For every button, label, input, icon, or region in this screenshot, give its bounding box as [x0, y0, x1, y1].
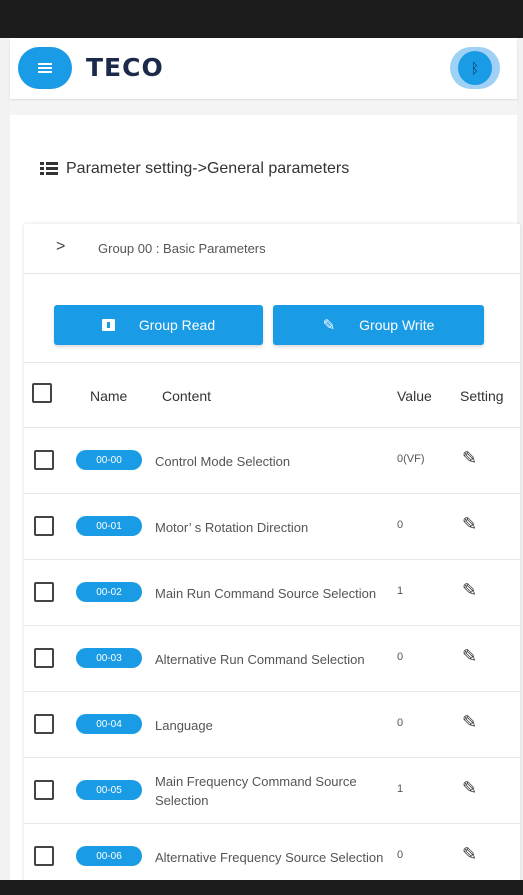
teco-logo: TECO	[86, 53, 164, 82]
row-checkbox[interactable]	[34, 846, 54, 866]
parameter-value: 0	[397, 717, 404, 729]
chevron-right-icon: >	[56, 238, 66, 255]
parameter-card: > Group 00 : Basic Parameters Group Read…	[24, 224, 520, 890]
edit-pencil-icon[interactable]: ✎	[462, 712, 477, 733]
parameter-value: 0	[397, 519, 404, 531]
parameter-value: 0	[397, 849, 404, 861]
table-row: 00-01 Motor’ s Rotation Direction 0 ✎	[24, 494, 520, 560]
parameter-code-badge: 00-00	[76, 450, 142, 470]
row-checkbox[interactable]	[34, 516, 54, 536]
edit-pencil-icon[interactable]: ✎	[462, 580, 477, 601]
bluetooth-button[interactable]: ᛒ	[450, 47, 500, 89]
app-header: TECO ᛒ	[10, 38, 517, 100]
table-row: 00-04 Language 0 ✎	[24, 692, 520, 758]
table-row: 00-05 Main Frequency Command Source Sele…	[24, 758, 520, 824]
parameter-code-badge: 00-01	[76, 516, 142, 536]
column-content: Content	[162, 388, 212, 404]
select-all-checkbox[interactable]	[32, 383, 52, 403]
parameter-value: 1	[397, 585, 404, 597]
table-header: Name Content Value Setting	[24, 362, 520, 428]
download-icon	[101, 319, 115, 331]
row-checkbox[interactable]	[34, 582, 54, 602]
bottom-bar	[0, 880, 523, 895]
list-icon	[40, 162, 58, 176]
group-write-button[interactable]: ✎ Group Write	[273, 305, 484, 345]
parameter-code-badge: 00-05	[76, 780, 142, 800]
row-checkbox[interactable]	[34, 648, 54, 668]
edit-pencil-icon[interactable]: ✎	[462, 844, 477, 865]
group-read-label: Group Read	[138, 317, 216, 333]
breadcrumb: Parameter setting->General parameters	[40, 160, 349, 178]
parameter-content: Alternative Run Command Selection	[155, 651, 365, 667]
table-row: 00-03 Alternative Run Command Selection …	[24, 626, 520, 692]
column-name: Name	[90, 388, 128, 404]
group-read-button[interactable]: Group Read	[54, 305, 263, 345]
parameter-code-badge: 00-03	[76, 648, 142, 668]
edit-pencil-icon[interactable]: ✎	[462, 448, 477, 469]
group-row[interactable]: > Group 00 : Basic Parameters	[24, 224, 520, 274]
parameter-code-badge: 00-04	[76, 714, 142, 734]
breadcrumb-text: Parameter setting->General parameters	[66, 160, 350, 177]
parameter-content: Language	[155, 717, 213, 733]
group-title: Group 00 : Basic Parameters	[98, 241, 266, 256]
group-write-label: Group Write	[359, 317, 435, 333]
table-row: 00-02 Main Run Command Source Selection …	[24, 560, 520, 626]
parameter-value: 1	[397, 783, 404, 795]
parameter-code-badge: 00-06	[76, 846, 142, 866]
row-checkbox[interactable]	[34, 714, 54, 734]
header-separator	[10, 101, 517, 115]
status-bar	[0, 0, 523, 38]
parameter-value: 0(VF)	[397, 453, 425, 465]
bluetooth-icon: ᛒ	[458, 51, 492, 85]
row-checkbox[interactable]	[34, 780, 54, 800]
column-setting: Setting	[460, 388, 504, 404]
frame-left	[0, 38, 10, 880]
menu-button[interactable]	[18, 47, 72, 89]
hamburger-menu-icon	[38, 63, 52, 73]
parameter-content: Main Frequency Command Source Selection	[155, 774, 357, 808]
pencil-icon: ✎	[322, 317, 336, 334]
edit-pencil-icon[interactable]: ✎	[462, 646, 477, 667]
parameter-content: Motor’ s Rotation Direction	[155, 519, 309, 535]
column-value: Value	[397, 388, 432, 404]
edit-pencil-icon[interactable]: ✎	[462, 778, 477, 799]
parameter-content: Control Mode Selection	[155, 453, 291, 469]
edit-pencil-icon[interactable]: ✎	[462, 514, 477, 535]
parameter-code-badge: 00-02	[76, 582, 142, 602]
row-checkbox[interactable]	[34, 450, 54, 470]
parameter-content: Main Run Command Source Selection	[155, 585, 377, 601]
parameter-value: 0	[397, 651, 404, 663]
table-row: 00-00 Control Mode Selection 0(VF) ✎	[24, 428, 520, 494]
